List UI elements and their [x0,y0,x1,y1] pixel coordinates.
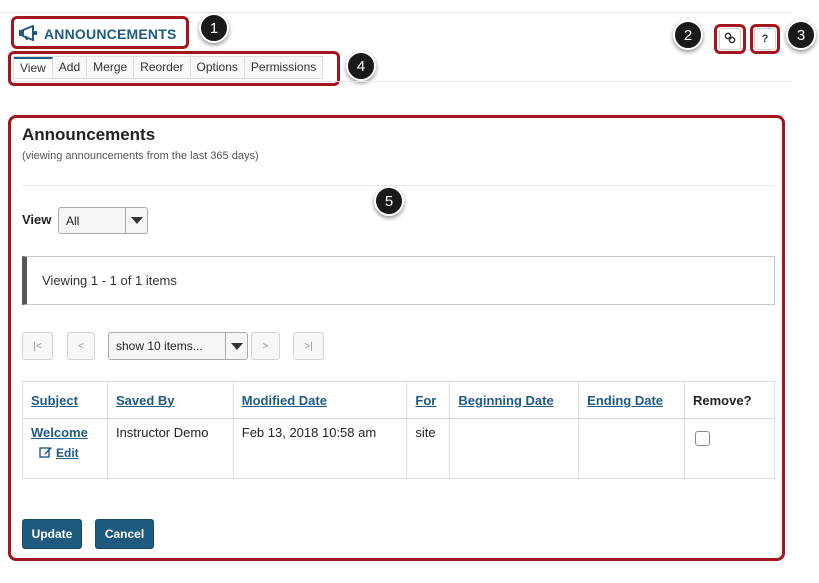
view-filter-label: View [22,212,52,227]
cell-modified-date: Feb 13, 2018 10:58 am [232,418,408,479]
table-header-row: Subject Saved By Modified Date For Begin… [22,381,775,419]
viewing-status: Viewing 1 - 1 of 1 items [22,256,775,305]
header-subject[interactable]: Subject [22,381,108,419]
megaphone-icon [18,24,40,44]
remove-checkbox[interactable] [695,431,710,446]
sort-ending-date-link[interactable]: Ending Date [587,393,663,408]
callout-badge-2: 2 [673,20,703,50]
callout-badge-4: 4 [346,51,376,81]
cell-for: site [406,418,451,479]
announcements-table: Subject Saved By Modified Date For Begin… [22,381,775,479]
top-divider [0,12,792,13]
header-for[interactable]: For [406,381,451,419]
viewing-status-text: Viewing 1 - 1 of 1 items [42,273,177,288]
tool-title: ANNOUNCEMENTS [44,26,177,42]
sort-beginning-date-link[interactable]: Beginning Date [458,393,553,408]
link-icon [724,32,736,47]
tool-navbar: View Add Merge Reorder Options Permissio… [13,56,324,79]
section-divider [22,185,775,186]
link-button[interactable] [719,28,741,50]
callout-badge-3: 3 [786,20,816,50]
cell-remove [684,418,775,479]
chevron-down-icon [225,333,247,359]
header-modified-date[interactable]: Modified Date [232,381,408,419]
sort-for-link[interactable]: For [415,393,436,408]
header-saved-by[interactable]: Saved By [106,381,234,419]
table-row: Welcome Edit Instructor Demo Feb 13, 201… [22,418,775,479]
cell-ending-date [578,418,685,479]
sort-saved-by-link[interactable]: Saved By [116,393,175,408]
callout-badge-5: 5 [374,186,404,216]
edit-icon [39,445,53,461]
nav-permissions[interactable]: Permissions [244,57,323,78]
help-button[interactable]: ? [754,28,776,50]
cell-beginning-date [449,418,580,479]
edit-label: Edit [56,446,79,460]
last-page-button[interactable]: >| [293,332,324,360]
nav-options[interactable]: Options [190,57,245,78]
nav-merge[interactable]: Merge [87,57,135,78]
subject-link[interactable]: Welcome [31,425,88,440]
sort-subject-link[interactable]: Subject [31,393,78,408]
edit-link[interactable]: Edit [39,445,79,461]
next-page-button[interactable]: > [251,332,280,360]
cell-saved-by: Instructor Demo [106,418,234,479]
nav-divider [13,81,792,82]
callout-badge-1: 1 [199,13,229,43]
update-button[interactable]: Update [22,519,82,549]
cancel-button[interactable]: Cancel [95,519,154,549]
chevron-down-icon [125,208,147,233]
header-remove: Remove? [684,381,775,419]
page-title: Announcements [22,125,156,144]
cell-subject: Welcome Edit [22,418,108,479]
header-beginning-date[interactable]: Beginning Date [449,381,580,419]
view-filter-value: All [66,213,80,228]
page-size-select[interactable]: show 10 items... [108,332,248,360]
prev-page-button[interactable]: < [67,332,95,360]
header-ending-date[interactable]: Ending Date [578,381,685,419]
page-size-value: show 10 items... [116,339,203,353]
nav-view[interactable]: View [14,57,53,78]
nav-reorder[interactable]: Reorder [134,57,191,78]
view-filter-select[interactable]: All [58,207,148,234]
tool-title-link[interactable]: ANNOUNCEMENTS [18,24,177,44]
sort-modified-date-link[interactable]: Modified Date [242,393,327,408]
first-page-button[interactable]: |< [22,332,53,360]
nav-add[interactable]: Add [52,57,88,78]
page-subtitle: (viewing announcements from the last 365… [22,150,259,162]
help-icon: ? [761,33,769,45]
